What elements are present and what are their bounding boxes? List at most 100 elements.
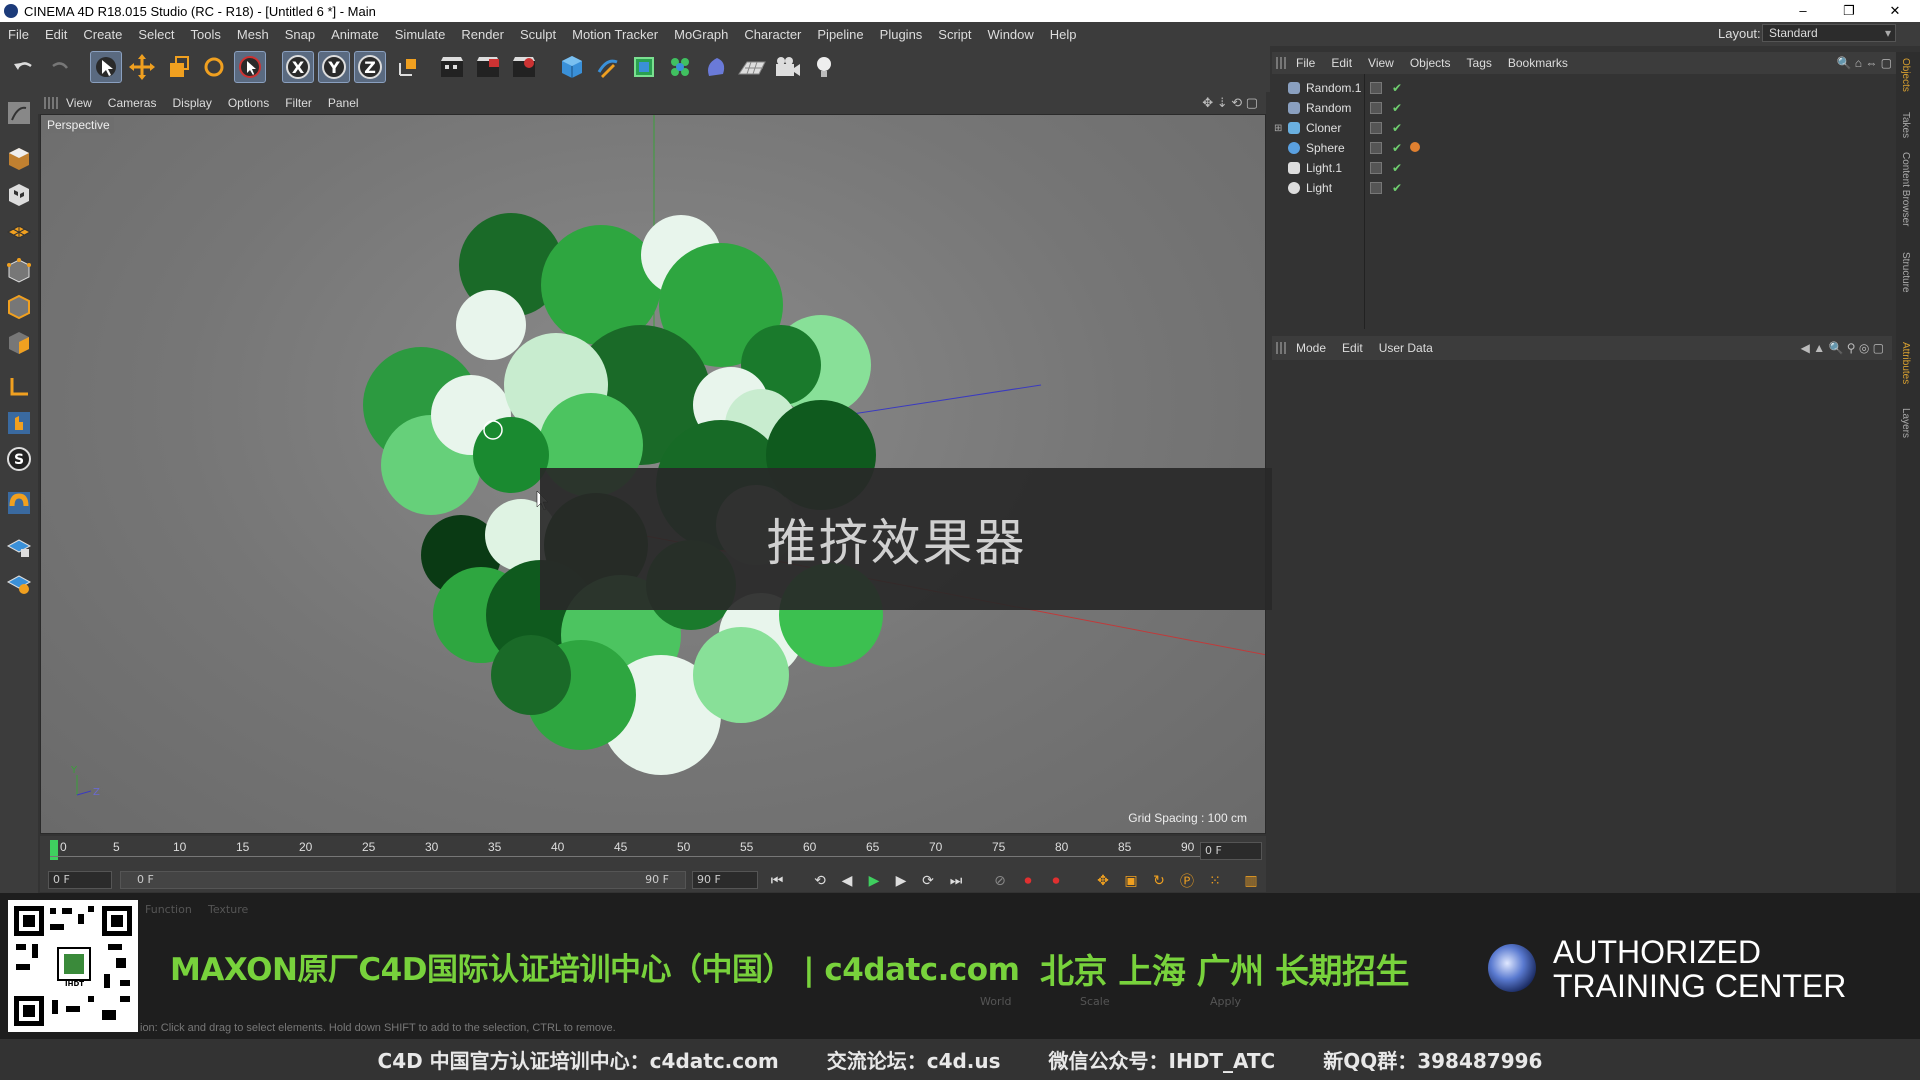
- recent-tool-icon[interactable]: [234, 51, 266, 83]
- z-axis-icon[interactable]: Z: [354, 51, 386, 83]
- scale-icon[interactable]: [162, 51, 194, 83]
- menu-animate[interactable]: Animate: [323, 27, 387, 42]
- coordinate-system-icon[interactable]: [392, 51, 424, 83]
- autokey-icon[interactable]: ⏺: [1045, 871, 1067, 891]
- viewport-menu-display[interactable]: Display: [164, 96, 219, 110]
- tab-layers[interactable]: Layers: [1900, 408, 1911, 438]
- floor-icon[interactable]: [736, 51, 768, 83]
- points-mode-icon[interactable]: [4, 256, 34, 286]
- tab-texture[interactable]: Texture: [208, 903, 248, 916]
- menu-help[interactable]: Help: [1042, 27, 1085, 42]
- snap-icon[interactable]: S: [4, 444, 34, 474]
- texture-mode-icon[interactable]: [4, 180, 34, 210]
- expand-icon[interactable]: ⊞: [1274, 123, 1282, 134]
- layout-dropdown[interactable]: Standard ▾: [1762, 24, 1896, 42]
- move-icon[interactable]: [126, 51, 158, 83]
- axis-mode-icon[interactable]: [4, 372, 34, 402]
- rotate-icon[interactable]: [198, 51, 230, 83]
- restore-button[interactable]: ❐: [1826, 0, 1872, 22]
- start-frame-field[interactable]: 0 F: [48, 871, 112, 889]
- visibility-toggle[interactable]: [1370, 82, 1382, 94]
- menu-sculpt[interactable]: Sculpt: [512, 27, 564, 42]
- y-axis-icon[interactable]: Y: [318, 51, 350, 83]
- next-frame-icon[interactable]: ▶: [890, 871, 912, 891]
- play-icon[interactable]: ▶: [863, 871, 885, 891]
- menu-simulate[interactable]: Simulate: [387, 27, 454, 42]
- menu-plugins[interactable]: Plugins: [872, 27, 931, 42]
- menu-render[interactable]: Render: [453, 27, 512, 42]
- scale-dropdown[interactable]: Scale: [1080, 995, 1110, 1008]
- make-editable-icon[interactable]: [4, 98, 34, 128]
- visibility-toggle[interactable]: [1370, 102, 1382, 114]
- obj-manager-tools-icons[interactable]: 🔍 ⌂ ⇔ ▢: [1836, 56, 1892, 70]
- deformer-icon[interactable]: [700, 51, 732, 83]
- enabled-check-icon[interactable]: ✔: [1392, 81, 1402, 95]
- menu-tools[interactable]: Tools: [183, 27, 229, 42]
- visibility-toggle[interactable]: [1370, 182, 1382, 194]
- menu-pipeline[interactable]: Pipeline: [809, 27, 871, 42]
- visibility-toggle[interactable]: [1370, 122, 1382, 134]
- planar-workplane-icon[interactable]: [4, 568, 34, 598]
- menu-window[interactable]: Window: [980, 27, 1042, 42]
- obj-menu-edit[interactable]: Edit: [1323, 56, 1360, 70]
- record-path-icon[interactable]: ⊘: [989, 871, 1011, 891]
- attr-menu-mode[interactable]: Mode: [1288, 341, 1334, 355]
- polygons-mode-icon[interactable]: [4, 328, 34, 358]
- viewport-menu-panel[interactable]: Panel: [320, 96, 367, 110]
- workplane-icon[interactable]: [4, 216, 34, 246]
- close-button[interactable]: ✕: [1872, 0, 1918, 22]
- previous-frame-icon[interactable]: ◀: [836, 871, 858, 891]
- viewport-menu-view[interactable]: View: [58, 96, 100, 110]
- end-frame-field[interactable]: 90 F: [692, 871, 758, 889]
- enabled-check-icon[interactable]: ✔: [1392, 101, 1402, 115]
- key-rotation-icon[interactable]: ↻: [1148, 871, 1170, 891]
- viewport-nav-icons[interactable]: ✥ ⇣ ⟲ ▢: [1202, 95, 1258, 111]
- camera-icon[interactable]: [772, 51, 804, 83]
- menu-script[interactable]: Script: [930, 27, 979, 42]
- menu-select[interactable]: Select: [130, 27, 182, 42]
- texture-tag-icon[interactable]: [1410, 142, 1420, 152]
- obj-menu-tags[interactable]: Tags: [1459, 56, 1500, 70]
- enabled-check-icon[interactable]: ✔: [1392, 181, 1402, 195]
- obj-menu-file[interactable]: File: [1288, 56, 1323, 70]
- object-row-sphere[interactable]: Sphere ✔: [1272, 138, 1892, 158]
- menu-motion-tracker[interactable]: Motion Tracker: [564, 27, 666, 42]
- subdivision-icon[interactable]: [628, 51, 660, 83]
- menu-create[interactable]: Create: [75, 27, 130, 42]
- tab-objects[interactable]: Objects: [1900, 58, 1911, 92]
- timeline-window-icon[interactable]: ▥: [1240, 871, 1262, 891]
- render-settings-icon[interactable]: [508, 51, 540, 83]
- attr-nav-icons[interactable]: ◀ ▲ 🔍 ⚲ ◎ ▢: [1801, 341, 1884, 355]
- live-selection-icon[interactable]: [90, 51, 122, 83]
- world-dropdown[interactable]: World: [980, 995, 1012, 1008]
- obj-menu-view[interactable]: View: [1360, 56, 1402, 70]
- visibility-toggle[interactable]: [1370, 162, 1382, 174]
- attr-menu-user-data[interactable]: User Data: [1371, 341, 1441, 355]
- object-row-light1[interactable]: Light.1 ✔: [1272, 158, 1892, 178]
- enabled-check-icon[interactable]: ✔: [1392, 121, 1402, 135]
- current-frame-field[interactable]: 0 F: [1200, 842, 1262, 860]
- next-key-icon[interactable]: ⟳: [917, 871, 939, 891]
- previous-key-icon[interactable]: ⟲: [809, 871, 831, 891]
- obj-menu-bookmarks[interactable]: Bookmarks: [1500, 56, 1576, 70]
- redo-icon[interactable]: [44, 51, 76, 83]
- frame-range-slider[interactable]: 0 F 90 F: [120, 871, 686, 889]
- lock-workplane-icon[interactable]: [4, 532, 34, 562]
- menu-file[interactable]: File: [0, 27, 37, 42]
- visibility-toggle[interactable]: [1370, 142, 1382, 154]
- tab-takes[interactable]: Takes: [1900, 112, 1911, 138]
- go-to-start-icon[interactable]: ⏮: [766, 871, 788, 891]
- tab-structure[interactable]: Structure: [1900, 252, 1911, 293]
- render-view-icon[interactable]: [436, 51, 468, 83]
- object-list[interactable]: Random.1 ✔ Random ✔ ⊞ Cloner ✔ Sphere ✔ …: [1272, 74, 1892, 329]
- minimize-button[interactable]: –: [1780, 0, 1826, 22]
- object-column-divider[interactable]: [1364, 74, 1365, 329]
- object-row-cloner[interactable]: ⊞ Cloner ✔: [1272, 118, 1892, 138]
- viewport-menu-options[interactable]: Options: [220, 96, 277, 110]
- viewport-menu-filter[interactable]: Filter: [277, 96, 320, 110]
- timeline-ruler[interactable]: 0 5 10 15 20 25 30 35 40 45 50 55 60 65 …: [40, 836, 1266, 868]
- record-icon[interactable]: ⏺: [1017, 871, 1039, 891]
- edges-mode-icon[interactable]: [4, 292, 34, 322]
- render-picture-viewer-icon[interactable]: [472, 51, 504, 83]
- light-icon[interactable]: [808, 51, 840, 83]
